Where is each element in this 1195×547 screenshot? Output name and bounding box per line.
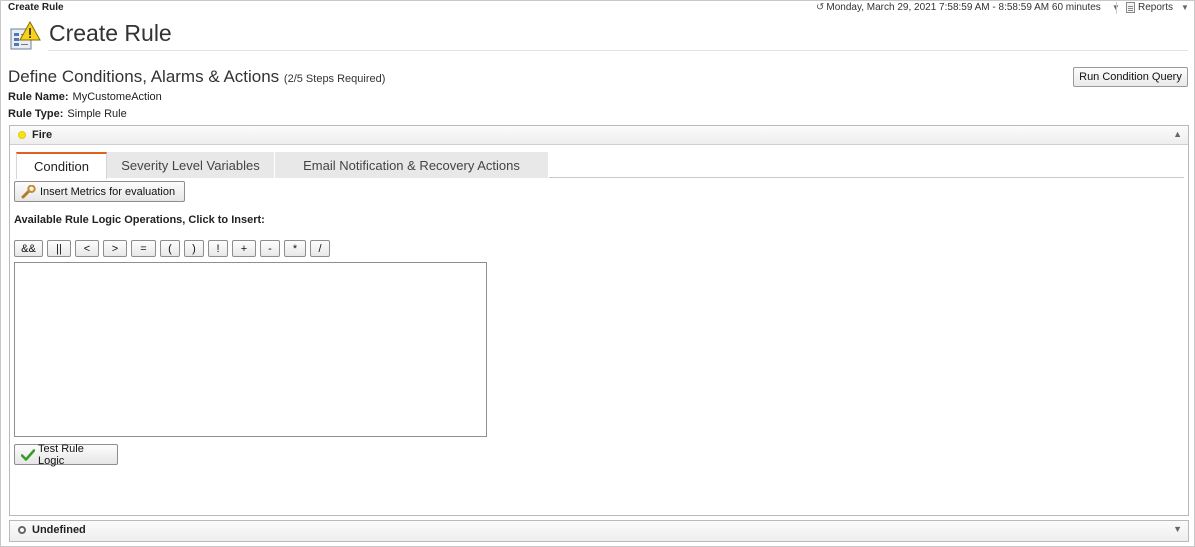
rule-name-label: Rule Name: xyxy=(8,91,69,103)
op-not-button[interactable]: ! xyxy=(208,240,228,257)
op-and-button[interactable]: && xyxy=(14,240,43,257)
checkmark-icon xyxy=(21,448,35,461)
time-range-icon: ↺ xyxy=(816,2,825,13)
report-document-icon xyxy=(1126,2,1135,13)
undefined-panel-label: Undefined xyxy=(32,524,86,536)
rule-logic-editor[interactable] xyxy=(14,262,487,437)
divider xyxy=(1116,2,1117,14)
rule-type-label: Rule Type: xyxy=(8,108,64,120)
reports-label: Reports xyxy=(1138,2,1174,13)
page-title: Create Rule xyxy=(49,20,172,46)
fire-panel: Fire ▲ Condition Severity Level Variable… xyxy=(9,125,1189,516)
run-condition-query-button[interactable]: Run Condition Query xyxy=(1073,67,1188,87)
top-bar: Create Rule ↺ Monday, March 29, 2021 7:5… xyxy=(0,0,1195,16)
undefined-panel-header[interactable]: Undefined ▼ xyxy=(10,521,1188,541)
op-greater-than-button[interactable]: > xyxy=(103,240,127,257)
undefined-status-icon xyxy=(18,526,26,534)
time-range-text: Monday, March 29, 2021 7:58:59 AM - 8:58… xyxy=(826,2,1101,13)
op-equals-button[interactable]: = xyxy=(131,240,156,257)
op-multiply-button[interactable]: * xyxy=(284,240,306,257)
tab-email-notification-recovery-actions[interactable]: Email Notification & Recovery Actions xyxy=(275,152,549,178)
window-title: Create Rule xyxy=(8,2,64,13)
reports-menu[interactable]: Reports ▼ xyxy=(1126,2,1189,13)
time-range-selector[interactable]: ↺ Monday, March 29, 2021 7:58:59 AM - 8:… xyxy=(816,2,1120,13)
expand-icon[interactable]: ▼ xyxy=(1173,524,1182,534)
op-close-paren-button[interactable]: ) xyxy=(184,240,204,257)
section-title-text: Define Conditions, Alarms & Actions xyxy=(8,67,280,86)
insert-metrics-label: Insert Metrics for evaluation xyxy=(40,185,176,198)
test-rule-logic-label: Test Rule Logic xyxy=(38,442,84,467)
rule-name-value: MyCustomeAction xyxy=(72,91,162,103)
undefined-panel: Undefined ▼ xyxy=(9,520,1189,542)
fire-panel-header[interactable]: Fire ▲ xyxy=(10,126,1188,145)
fire-status-icon xyxy=(18,131,26,139)
chevron-down-icon: ▼ xyxy=(1181,3,1189,12)
rule-name-row: Rule Name: MyCustomeAction xyxy=(8,91,162,103)
operations-label: Available Rule Logic Operations, Click t… xyxy=(14,214,265,226)
rule-type-value: Simple Rule xyxy=(67,108,127,120)
test-rule-logic-button[interactable]: Test Rule Logic xyxy=(14,442,118,467)
fire-panel-label: Fire xyxy=(32,129,53,141)
section-title: Define Conditions, Alarms & Actions (2/5… xyxy=(8,67,385,87)
divider xyxy=(48,50,1188,51)
condition-tabs: Condition Severity Level Variables Email… xyxy=(16,152,1184,179)
op-divide-button[interactable]: / xyxy=(310,240,330,257)
op-less-than-button[interactable]: < xyxy=(75,240,99,257)
op-minus-button[interactable]: - xyxy=(260,240,280,257)
wrench-icon xyxy=(21,184,36,198)
tab-severity-level-variables[interactable]: Severity Level Variables xyxy=(107,152,275,178)
steps-required: (2/5 Steps Required) xyxy=(283,73,386,85)
tab-condition[interactable]: Condition xyxy=(16,152,107,179)
op-or-button[interactable]: || xyxy=(47,240,71,257)
rule-warning-icon xyxy=(10,21,41,50)
rule-type-row: Rule Type: Simple Rule xyxy=(8,108,127,120)
op-plus-button[interactable]: + xyxy=(232,240,256,257)
insert-metrics-button[interactable]: Insert Metrics for evaluation xyxy=(14,181,185,202)
op-open-paren-button[interactable]: ( xyxy=(160,240,180,257)
collapse-icon[interactable]: ▲ xyxy=(1173,129,1182,139)
